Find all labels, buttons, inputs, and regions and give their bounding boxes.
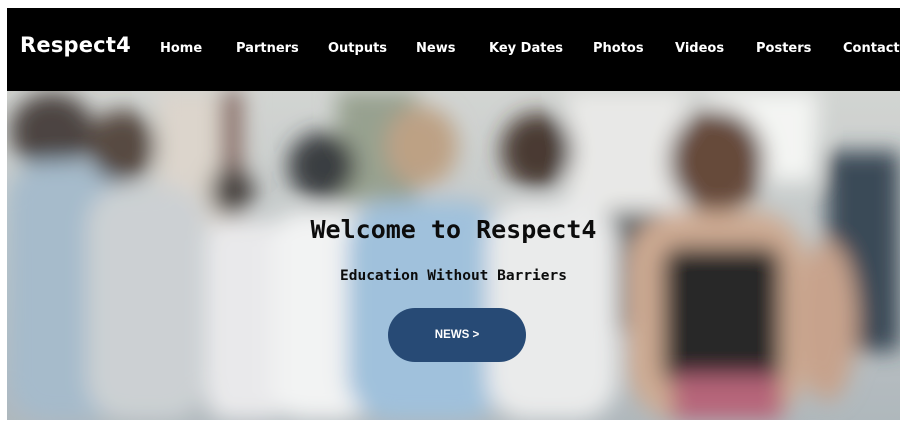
nav-item-posters[interactable]: Posters [756,41,811,56]
site-logo[interactable]: Respect4 [20,33,131,57]
header-nav-bar: Respect4 Home Partners Outputs News Key … [7,8,900,91]
hero-subtitle: Education Without Barriers [340,268,567,284]
hero-title: Welcome to Respect4 [310,215,597,244]
nav-item-news[interactable]: News [416,41,455,56]
nav-item-key-dates[interactable]: Key Dates [489,41,563,56]
nav-item-photos[interactable]: Photos [593,41,644,56]
nav-item-contact[interactable]: Contact [843,41,900,56]
nav-item-partners[interactable]: Partners [236,41,299,56]
page: Respect4 Home Partners Outputs News Key … [7,8,900,420]
hero-background-photo [7,91,900,420]
nav-item-outputs[interactable]: Outputs [328,41,387,56]
nav-item-videos[interactable]: Videos [675,41,724,56]
hero-banner: Welcome to Respect4 Education Without Ba… [7,91,900,420]
nav-item-home[interactable]: Home [160,41,202,56]
news-button[interactable]: NEWS > [388,308,526,362]
